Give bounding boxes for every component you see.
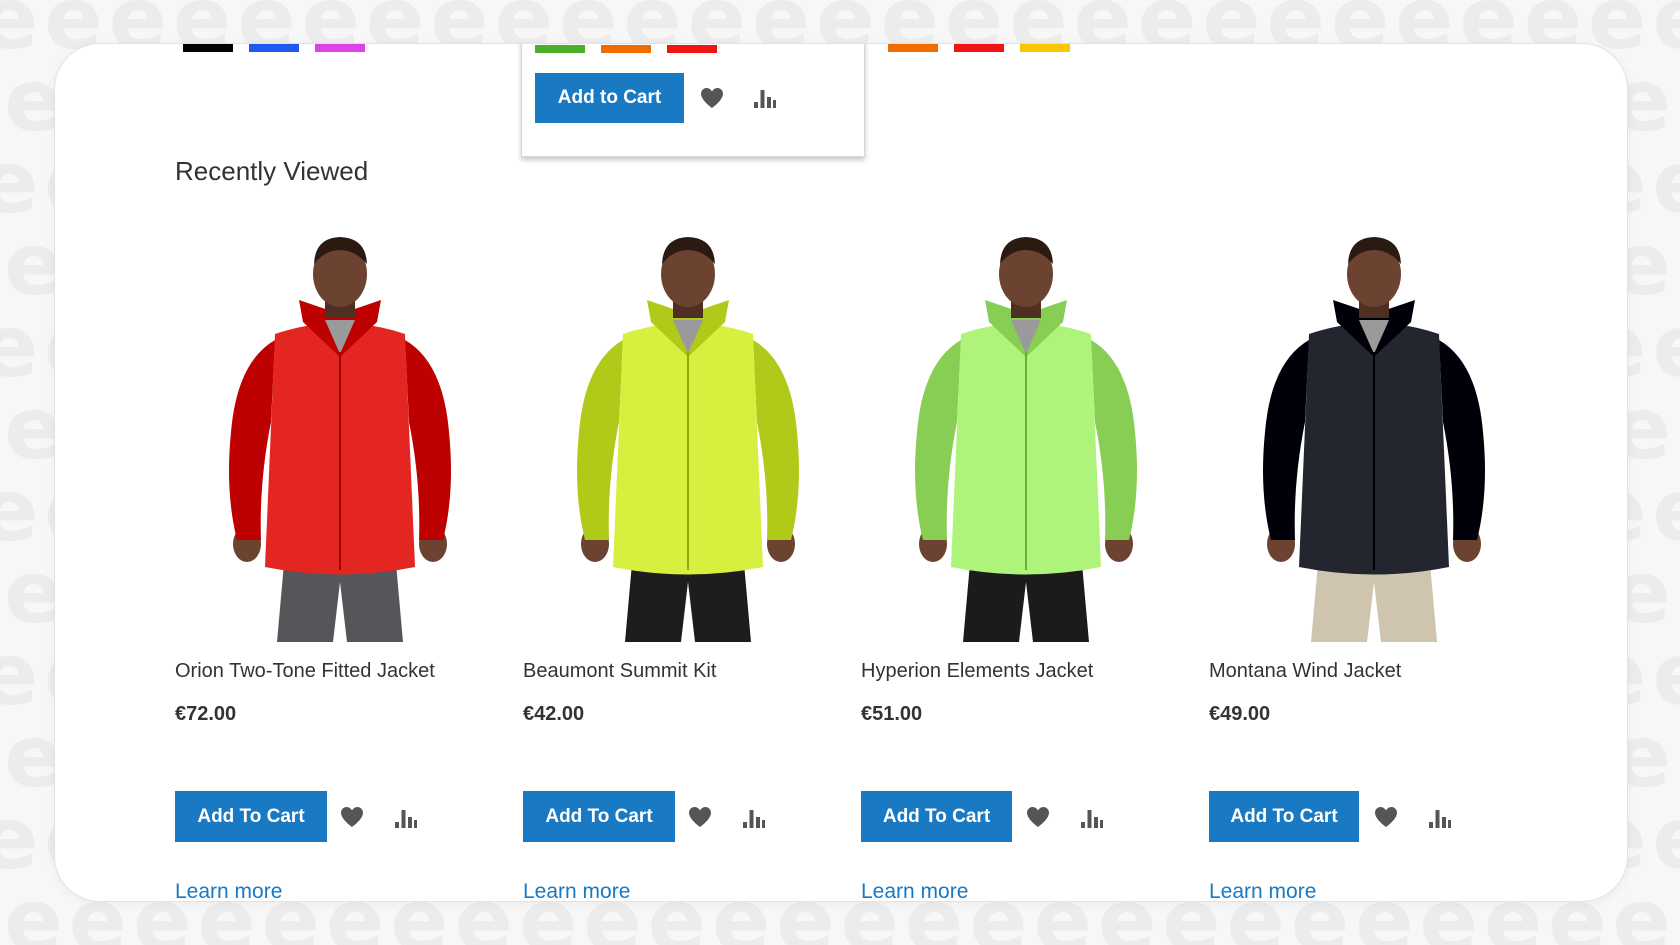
popup-add-to-cart-button[interactable]: Add to Cart [535,73,684,123]
product-image[interactable] [523,222,853,642]
product-price: €42.00 [523,703,585,725]
product-image[interactable] [1209,222,1539,642]
bar-chart-icon[interactable] [394,808,418,828]
color-swatch-red[interactable] [667,45,717,53]
section-title: Recently Viewed [175,156,369,186]
heart-icon[interactable] [700,87,724,109]
add-to-cart-button[interactable]: Add To Cart [523,791,675,842]
product-image[interactable] [175,222,505,642]
learn-more-link[interactable]: Learn more [861,880,968,901]
bar-chart-icon[interactable] [1080,808,1104,828]
learn-more-link[interactable]: Learn more [523,880,630,901]
color-swatch-magenta[interactable] [315,44,365,52]
bar-chart-icon[interactable] [742,808,766,828]
product-image[interactable] [861,222,1191,642]
color-swatch-red[interactable] [954,44,1004,52]
product-name-link[interactable]: Hyperion Elements Jacket [861,660,1093,683]
color-swatch-black[interactable] [183,44,233,52]
color-swatch-orange[interactable] [888,44,938,52]
product-price: €51.00 [861,703,923,725]
recently-viewed-card: Add to Cart Recently Viewed Orion Two-To… [54,43,1628,902]
product-card: Hyperion Elements Jacket €51.00 Add To C… [861,222,1191,901]
color-swatch-blue[interactable] [249,44,299,52]
heart-icon[interactable] [1026,806,1050,828]
heart-icon[interactable] [688,806,712,828]
product-price: €49.00 [1209,703,1271,725]
bar-chart-icon[interactable] [753,88,777,108]
product-price: €72.00 [175,703,237,725]
product-name-link[interactable]: Montana Wind Jacket [1209,660,1401,683]
heart-icon[interactable] [1374,806,1398,828]
product-card: Montana Wind Jacket €49.00 Add To Cart L… [1209,222,1539,901]
learn-more-link[interactable]: Learn more [175,880,282,901]
color-swatch-green[interactable] [535,45,585,53]
hover-product-popup: Add to Cart [521,44,865,157]
product-card: Beaumont Summit Kit €42.00 Add To Cart L… [523,222,853,901]
product-card: Orion Two-Tone Fitted Jacket €72.00 Add … [175,222,505,901]
add-to-cart-button[interactable]: Add To Cart [861,791,1012,842]
bar-chart-icon[interactable] [1428,808,1452,828]
product-name-link[interactable]: Beaumont Summit Kit [523,660,716,683]
color-swatch-yellow[interactable] [1020,44,1070,52]
product-name-link[interactable]: Orion Two-Tone Fitted Jacket [175,660,435,683]
color-swatch-orange[interactable] [601,45,651,53]
heart-icon[interactable] [340,806,364,828]
learn-more-link[interactable]: Learn more [1209,880,1316,901]
add-to-cart-button[interactable]: Add To Cart [1209,791,1359,842]
add-to-cart-button[interactable]: Add To Cart [175,791,327,842]
